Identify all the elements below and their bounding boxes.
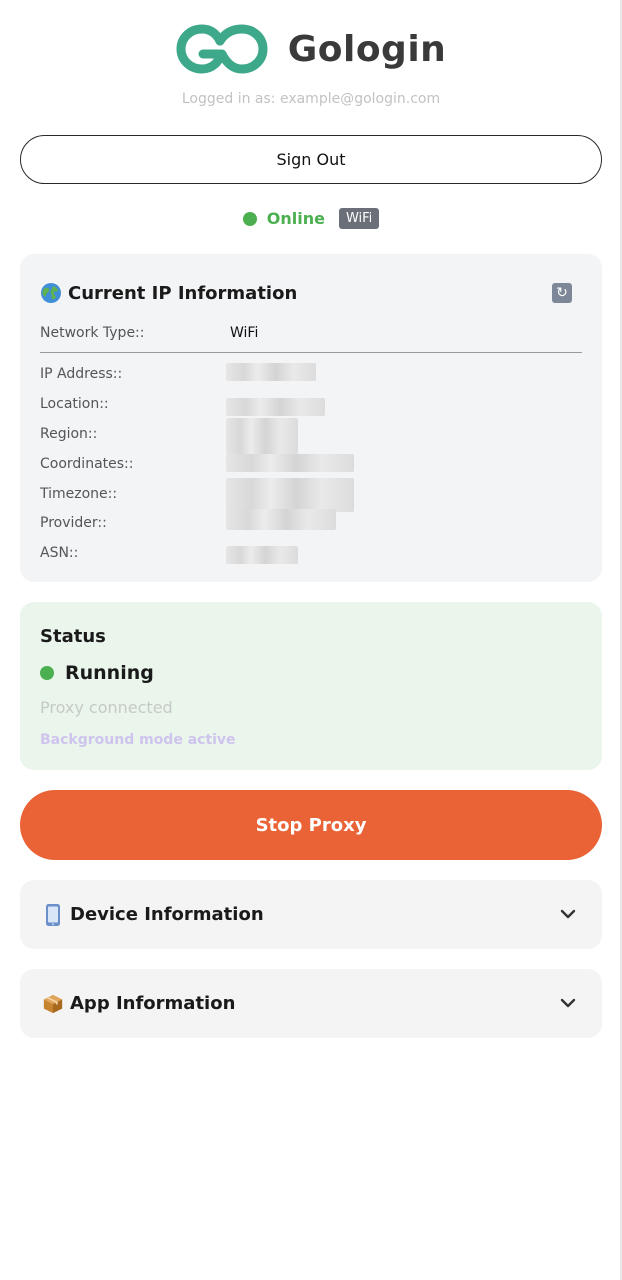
brand-name: Gologin (287, 28, 447, 70)
app-information-label: App Information (70, 993, 236, 1014)
ip-row-label: Timezone:: (40, 486, 118, 502)
sign-out-button[interactable]: Sign Out (20, 135, 602, 184)
device-information-label: Device Information (70, 904, 264, 925)
redacted-provider (226, 509, 336, 530)
app-information-section[interactable]: App Information (20, 969, 602, 1038)
network-type-badge: WiFi (338, 208, 380, 229)
ip-info-title: Current IP Information (40, 282, 297, 304)
gologin-logo-icon (176, 24, 268, 74)
redacted-ip-address (226, 363, 316, 381)
ip-row-label: IP Address:: (40, 366, 123, 382)
proxy-connected-text: Proxy connected (40, 698, 173, 717)
ip-row-label: Provider:: (40, 515, 107, 531)
redacted-timezone (226, 478, 354, 512)
device-information-section[interactable]: Device Information (20, 880, 602, 949)
proxy-status-card: Status Running Proxy connected Backgroun… (20, 602, 602, 770)
connection-status: Online WiFi (0, 208, 622, 229)
stop-proxy-button[interactable]: Stop Proxy (20, 790, 602, 860)
redacted-asn (226, 546, 298, 564)
app-screen: Gologin Logged in as: example@gologin.co… (0, 0, 622, 1280)
chevron-down-icon[interactable] (558, 904, 578, 924)
ip-row-region: Region:: (40, 426, 582, 446)
logged-in-text: Logged in as: example@gologin.com (181, 91, 441, 107)
ip-row-label: Region:: (40, 426, 98, 442)
ip-row-label: ASN:: (40, 545, 79, 561)
status-title: Status (40, 626, 106, 647)
refresh-icon[interactable]: ↻ (552, 283, 572, 303)
chevron-down-icon[interactable] (558, 993, 578, 1013)
ip-row-network-type: Network Type:: WiFi (40, 325, 582, 345)
package-icon (42, 991, 64, 1017)
globe-icon (41, 283, 61, 303)
phone-icon (42, 902, 64, 928)
running-status-text: Running (65, 662, 154, 684)
online-dot-icon (242, 211, 257, 226)
ip-row-asn: ASN:: (40, 545, 582, 565)
ip-row-label: Network Type:: (40, 325, 145, 341)
ip-info-card: Current IP Information ↻ Network Type:: … (20, 254, 602, 582)
redacted-coordinates (226, 454, 354, 472)
background-mode-text: Background mode active (40, 732, 236, 748)
redacted-region (226, 418, 298, 454)
header: Gologin (0, 24, 622, 74)
ip-row-value: WiFi (230, 325, 259, 341)
ip-info-title-text: Current IP Information (68, 282, 298, 304)
running-dot-icon (40, 666, 54, 680)
online-status-text: Online (266, 209, 325, 228)
ip-row-label: Location:: (40, 396, 109, 412)
divider (40, 352, 582, 353)
running-indicator: Running (40, 662, 154, 684)
redacted-location (226, 398, 325, 416)
ip-row-label: Coordinates:: (40, 456, 134, 472)
